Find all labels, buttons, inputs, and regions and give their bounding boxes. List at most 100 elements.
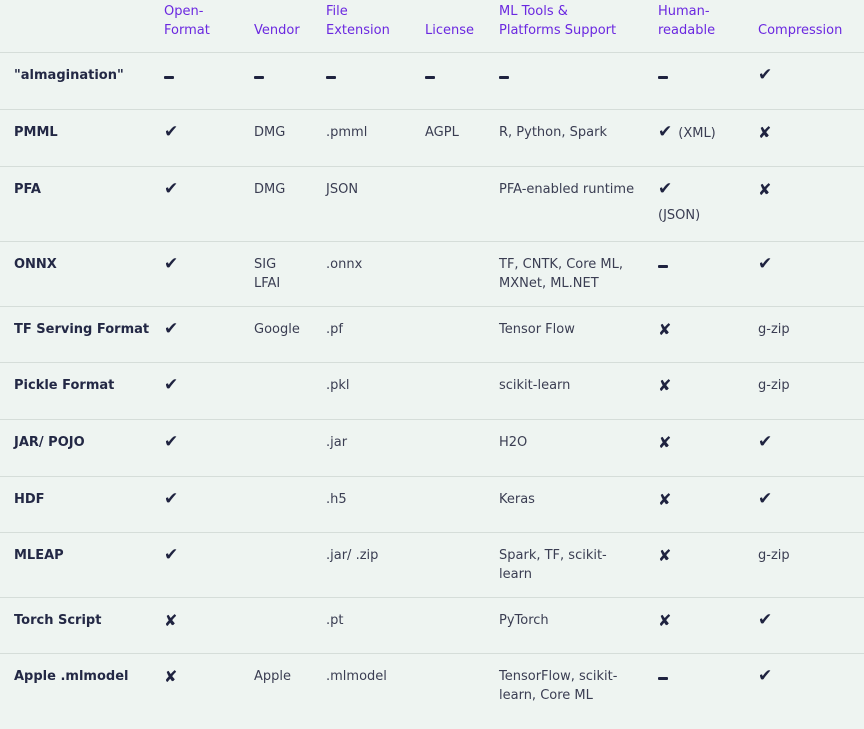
extension-cell: .pkl <box>322 361 421 419</box>
open-format-cell: ✔ <box>160 531 250 597</box>
open-format-cell: ✔ <box>160 305 250 362</box>
tools-cell <box>495 51 654 109</box>
license-cell <box>421 531 495 597</box>
tools-cell: Tensor Flow <box>495 305 654 362</box>
table-row: JAR/ POJO ✔ .jar H2O ✘ ✔ <box>0 418 864 476</box>
open-format-cell: ✔ <box>160 165 250 241</box>
format-name-cell: PMML <box>0 108 160 166</box>
checkmark-icon: ✔ <box>758 665 773 686</box>
cross-icon: ✘ <box>658 432 672 452</box>
human-readable-cell: ✘ <box>654 596 754 653</box>
compression-cell: g-zip <box>754 305 864 362</box>
checkmark-icon: ✔ <box>758 609 773 630</box>
license-cell <box>421 240 495 306</box>
open-format-col-header: Open- Format <box>164 3 210 38</box>
license-cell <box>421 165 495 241</box>
license-cell <box>421 652 495 716</box>
open-format-cell: ✔ <box>160 361 250 419</box>
format-name-cell: ONNX <box>0 240 160 306</box>
extension-col-header: File Extension <box>326 3 390 38</box>
cross-icon: ✘ <box>758 122 772 142</box>
vendor-cell: Apple <box>250 652 322 716</box>
format-name-cell: Torch Script <box>0 596 160 653</box>
dash-icon <box>658 75 668 79</box>
vendor-cell <box>250 596 322 653</box>
vendor-cell <box>250 361 322 419</box>
extension-cell: .pmml <box>322 108 421 166</box>
vendor-cell <box>250 418 322 476</box>
extension-cell: .pt <box>322 596 421 653</box>
vendor-cell: DMG <box>250 165 322 241</box>
vendor-cell: SIG LFAI <box>250 240 322 306</box>
format-name-cell: TF Serving Format <box>0 305 160 362</box>
format-name-cell: PFA <box>0 165 160 241</box>
checkmark-icon: ✔ <box>164 374 179 395</box>
open-format-cell: ✔ <box>160 475 250 532</box>
checkmark-icon: ✔ <box>758 253 773 274</box>
compression-cell: ✔ <box>754 240 864 306</box>
checkmark-icon: ✔ <box>658 121 673 142</box>
table-row: TF Serving Format ✔ Google .pf Tensor Flow ✘ g… <box>0 305 864 362</box>
ml-formats-table: Open- Format Vendor File Extension License ML … <box>0 0 864 716</box>
extension-cell <box>322 51 421 109</box>
human-readable-cell <box>654 240 754 306</box>
extension-cell: .onnx <box>322 240 421 306</box>
format-name-cell: Apple .mlmodel <box>0 652 160 716</box>
dash-icon <box>658 264 668 268</box>
human-readable-cell <box>654 51 754 109</box>
format-name-cell: HDF <box>0 475 160 532</box>
human-readable-note: (JSON) <box>658 207 701 223</box>
extension-cell: JSON <box>322 165 421 241</box>
vendor-cell: Google <box>250 305 322 362</box>
compression-cell: ✘ <box>754 108 864 166</box>
open-format-cell: ✔ <box>160 418 250 476</box>
compression-cell: ✔ <box>754 475 864 532</box>
checkmark-icon: ✔ <box>164 544 179 565</box>
human-readable-cell: ✘ <box>654 305 754 362</box>
cross-icon: ✘ <box>658 489 672 509</box>
dash-icon <box>658 676 668 680</box>
human-readable-col-header: Human-readable <box>658 3 716 38</box>
tools-cell: TF, CNTK, Core ML, MXNet, ML.NET <box>495 240 654 306</box>
human-readable-cell: ✔ (XML) <box>654 108 754 166</box>
tools-cell: Keras <box>495 475 654 532</box>
cross-icon: ✘ <box>658 610 672 630</box>
compression-cell: ✘ <box>754 165 864 241</box>
table-row: Apple .mlmodel ✘ Apple .mlmodel TensorFlow, … <box>0 652 864 716</box>
compression-cell: g-zip <box>754 531 864 597</box>
human-readable-cell <box>654 652 754 716</box>
vendor-col-header: Vendor <box>254 22 300 38</box>
compression-cell: ✔ <box>754 596 864 653</box>
vendor-cell <box>250 51 322 109</box>
table-row: "almagination" ✔ <box>0 51 864 109</box>
vendor-cell: DMG <box>250 108 322 166</box>
table-row: PFA ✔ DMG JSON PFA-enabled runtime ✔ (JSON) ✘ <box>0 165 864 241</box>
checkmark-icon: ✔ <box>758 431 773 452</box>
checkmark-icon: ✔ <box>758 64 773 85</box>
tools-col-header: ML Tools & Platforms Support <box>499 3 617 38</box>
license-cell <box>421 475 495 532</box>
checkmark-icon: ✔ <box>164 121 179 142</box>
checkmark-icon: ✔ <box>164 488 179 509</box>
compression-cell: g-zip <box>754 361 864 419</box>
dash-icon <box>254 75 264 79</box>
checkmark-icon: ✔ <box>164 318 179 339</box>
format-name-cell: MLEAP <box>0 531 160 597</box>
table-row: ONNX ✔ SIG LFAI .onnx TF, CNTK, Core ML, MXNet… <box>0 240 864 306</box>
format-name-cell: Pickle Format <box>0 361 160 419</box>
vendor-cell <box>250 475 322 532</box>
dash-icon <box>164 75 174 79</box>
license-cell <box>421 361 495 419</box>
checkmark-icon: ✔ <box>164 431 179 452</box>
human-readable-cell: ✘ <box>654 418 754 476</box>
checkmark-icon: ✔ <box>164 253 179 274</box>
human-readable-cell: ✘ <box>654 475 754 532</box>
tools-cell: R, Python, Spark <box>495 108 654 166</box>
open-format-cell: ✔ <box>160 108 250 166</box>
open-format-cell: ✘ <box>160 652 250 716</box>
open-format-cell: ✘ <box>160 596 250 653</box>
format-name-cell: "almagination" <box>0 51 160 109</box>
tools-cell: Spark, TF, scikit-learn <box>495 531 654 597</box>
table-row: HDF ✔ .h5 Keras ✘ ✔ <box>0 475 864 532</box>
open-format-cell <box>160 51 250 109</box>
